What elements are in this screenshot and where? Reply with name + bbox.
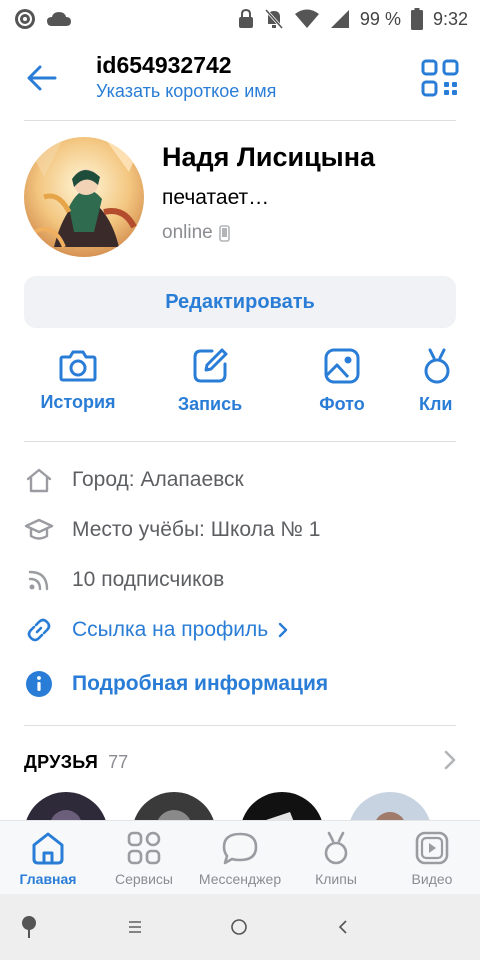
tab-video[interactable]: Видео xyxy=(384,831,480,887)
bell-off-icon xyxy=(264,8,284,30)
friends-title: ДРУЗЬЯ xyxy=(24,751,99,772)
action-photo-label: Фото xyxy=(319,394,365,414)
cloud-icon xyxy=(46,10,72,28)
arrow-left-icon xyxy=(27,65,57,91)
info-divider xyxy=(24,725,456,726)
chevron-left-icon xyxy=(338,920,347,934)
qr-code-icon xyxy=(421,59,459,97)
home-nav-button[interactable] xyxy=(226,914,252,940)
info-city: Город: Алапаевск xyxy=(24,460,456,500)
edit-icon xyxy=(193,348,228,383)
friends-count: 77 xyxy=(108,751,129,772)
link-icon xyxy=(24,615,54,645)
actions-divider xyxy=(24,441,456,442)
clips-icon xyxy=(324,831,348,865)
home-icon xyxy=(24,465,54,495)
circle-icon xyxy=(231,919,247,935)
lock-icon xyxy=(238,9,254,29)
action-photo[interactable]: Фото xyxy=(287,348,397,415)
online-status: online xyxy=(162,222,230,244)
menu-lines-icon xyxy=(129,921,141,933)
action-clips-label: Кли xyxy=(419,394,453,414)
tab-messenger[interactable]: Мессенджер xyxy=(192,831,288,887)
app-icon xyxy=(14,8,36,30)
tab-video-label: Видео xyxy=(411,871,453,887)
chevron-right-icon[interactable] xyxy=(444,750,456,775)
clock: 9:32 xyxy=(432,8,468,29)
system-nav-bar xyxy=(0,894,480,960)
tab-home-label: Главная xyxy=(19,871,77,887)
school-text: Место учёбы: Школа № 1 xyxy=(72,518,321,541)
friends-header[interactable]: ДРУЗЬЯ 77 xyxy=(24,748,456,776)
battery-percent: 99 % xyxy=(359,8,401,29)
header-divider xyxy=(24,120,456,121)
recents-button[interactable] xyxy=(122,914,148,940)
tab-clips[interactable]: Клипы xyxy=(288,831,384,887)
tab-services[interactable]: Сервисы xyxy=(96,831,192,887)
services-icon xyxy=(127,831,161,865)
typing-status: печатает… xyxy=(162,186,270,209)
battery-icon xyxy=(410,8,423,30)
wifi-icon xyxy=(294,9,320,29)
action-story[interactable]: История xyxy=(23,348,133,413)
rss-icon xyxy=(24,565,54,595)
video-icon xyxy=(415,831,449,865)
action-post-label: Запись xyxy=(177,394,243,414)
image-icon xyxy=(324,348,360,384)
back-nav-button[interactable] xyxy=(330,914,356,940)
city-text: Город: Алапаевск xyxy=(72,468,244,491)
tab-services-label: Сервисы xyxy=(114,871,173,887)
edit-profile-button[interactable]: Редактировать xyxy=(24,276,456,328)
qr-code-button[interactable] xyxy=(420,58,460,98)
clips-icon xyxy=(424,348,450,384)
bottom-tab-bar: Главная Сервисы Мессенджер Клипы Видео xyxy=(0,820,480,894)
profile-avatar[interactable] xyxy=(24,137,144,257)
graduation-cap-icon xyxy=(24,515,54,545)
profile-id: id654932742 xyxy=(96,52,232,78)
tab-home[interactable]: Главная xyxy=(0,831,96,887)
back-button[interactable] xyxy=(24,60,60,96)
chevron-right-icon xyxy=(279,622,288,638)
quick-actions: История Запись Фото Кли xyxy=(0,348,480,424)
profile-link-text: Ссылка на профиль xyxy=(72,618,269,641)
online-label: online xyxy=(162,222,213,243)
followers-text: 10 подписчиков xyxy=(72,568,225,591)
signal-icon xyxy=(330,9,350,29)
info-school: Место учёбы: Школа № 1 xyxy=(24,510,456,550)
tab-clips-label: Клипы xyxy=(315,871,357,887)
mobile-phone-icon xyxy=(218,224,230,242)
info-followers[interactable]: 10 подписчиков xyxy=(24,560,456,600)
home-icon xyxy=(32,832,64,865)
camera-icon xyxy=(59,350,97,382)
action-story-label: История xyxy=(40,392,116,412)
messenger-icon xyxy=(222,832,258,865)
assistant-pin-icon[interactable] xyxy=(16,914,42,940)
action-clips[interactable]: Кли xyxy=(419,348,480,415)
profile-header: id654932742 Указать короткое имя xyxy=(0,38,480,120)
status-bar: 99 % 9:32 xyxy=(0,0,480,38)
info-details[interactable]: Подробная информация xyxy=(24,664,456,704)
info-profile-link[interactable]: Ссылка на профиль xyxy=(24,610,456,650)
tab-messenger-label: Мессенджер xyxy=(198,871,282,887)
info-icon xyxy=(24,669,54,699)
details-text: Подробная информация xyxy=(72,672,329,695)
set-short-name-link[interactable]: Указать короткое имя xyxy=(96,81,276,102)
profile-name: Надя Лисицына xyxy=(162,142,376,172)
action-post[interactable]: Запись xyxy=(155,348,265,415)
